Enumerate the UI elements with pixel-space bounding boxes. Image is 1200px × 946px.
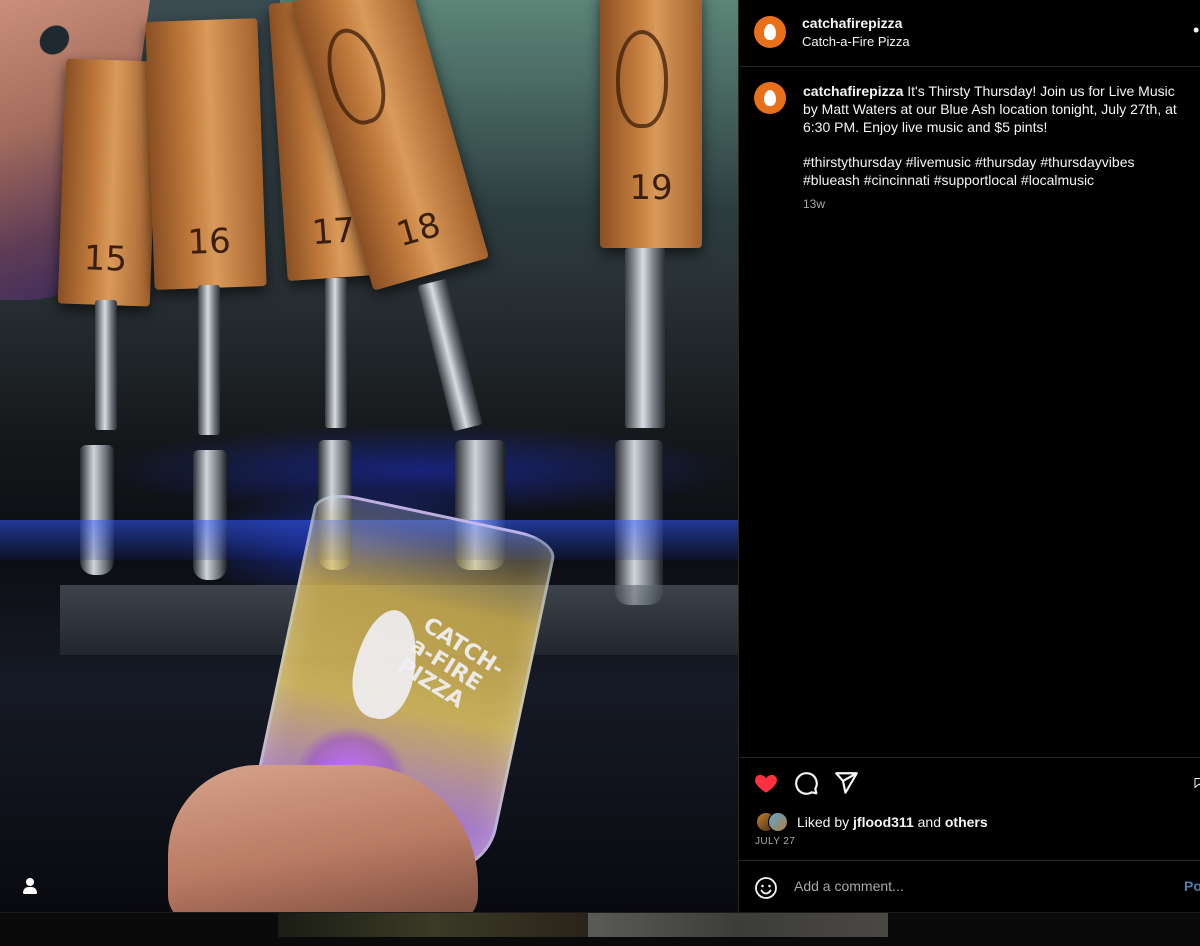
post-comment-button[interactable]: Po — [1184, 878, 1200, 894]
comment-bar: Add a comment... Po — [739, 860, 1200, 913]
flame-logo-icon — [764, 90, 776, 106]
post-age: 13w — [803, 197, 826, 211]
emoji-icon[interactable] — [754, 876, 778, 900]
tap-number: 16 — [186, 221, 232, 263]
liker-avatars — [756, 812, 796, 832]
thumbnail[interactable] — [278, 913, 588, 937]
post-side-panel: catchafirepizza Catch-a-Fire Pizza ••• c… — [738, 0, 1200, 912]
share-icon[interactable] — [833, 770, 859, 796]
person-icon[interactable] — [20, 876, 40, 896]
heart-filled-icon[interactable] — [753, 770, 779, 796]
avatar[interactable] — [754, 16, 786, 48]
tap-nozzle — [193, 450, 227, 580]
thumbnail-strip — [0, 912, 1200, 946]
caption: catchafirepizza It's Thirsty Thursday! J… — [803, 82, 1193, 213]
tap-stem — [198, 285, 220, 435]
tap-handle-16: 16 — [145, 18, 267, 290]
likes-others-link[interactable]: others — [945, 814, 988, 830]
tap-stem — [625, 248, 665, 428]
caption-hashtags[interactable]: #thirstythursday #livemusic #thursday #t… — [803, 153, 1193, 189]
caption-section: catchafirepizza It's Thirsty Thursday! J… — [739, 67, 1200, 758]
action-bar — [739, 758, 1200, 808]
liked-by-text: Liked by jflood311 and others — [797, 814, 988, 830]
flame-logo-icon — [764, 24, 776, 40]
tap-handle-15: 15 — [57, 58, 159, 307]
avatar[interactable] — [768, 812, 788, 832]
flame-engraving — [317, 22, 395, 131]
avatar[interactable] — [754, 82, 786, 114]
header-username[interactable]: catchafirepizza — [802, 15, 902, 31]
bookmark-icon[interactable] — [1193, 770, 1200, 796]
header-display-name: Catch-a-Fire Pizza — [802, 34, 910, 49]
post-date: JULY 27 — [755, 836, 796, 847]
comment-icon[interactable] — [793, 770, 819, 796]
tap-number: 15 — [83, 238, 128, 280]
more-options-icon[interactable]: ••• — [1193, 20, 1200, 44]
glass-logo: CATCH-a-FIRE PIZZA — [339, 594, 517, 772]
tap-stem — [95, 300, 117, 430]
comment-input[interactable]: Add a comment... — [794, 878, 1154, 894]
tap-stem — [325, 278, 347, 428]
tap-number: 18 — [392, 204, 445, 256]
post-header: catchafirepizza Catch-a-Fire Pizza ••• — [739, 0, 1200, 67]
caption-username[interactable]: catchafirepizza — [803, 83, 903, 99]
thumbnail[interactable] — [588, 913, 888, 937]
tap-handle-19: 19 — [600, 0, 702, 248]
flame-engraving — [616, 30, 668, 128]
likes-section: Liked by jflood311 and others JULY 27 — [739, 810, 1200, 860]
liker-username[interactable]: jflood311 — [853, 814, 914, 830]
tap-stem — [417, 278, 483, 432]
tap-number: 19 — [629, 168, 673, 208]
post-photo[interactable]: 15 16 17 18 19 CATCH-a-FIRE PIZZA — [0, 0, 738, 912]
